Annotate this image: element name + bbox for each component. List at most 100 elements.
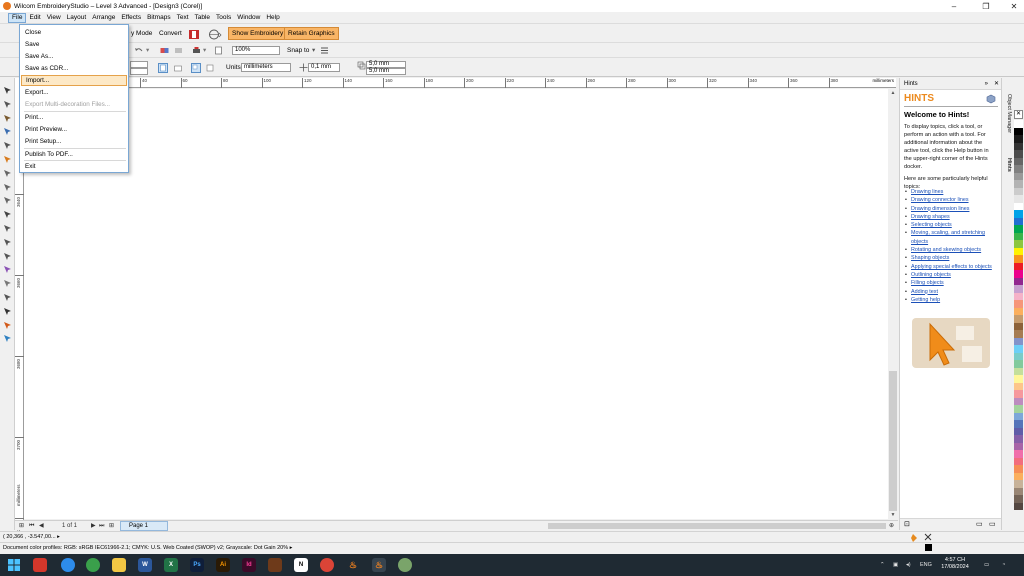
taskbar-word-icon[interactable]: W bbox=[138, 558, 152, 572]
color-swatch[interactable] bbox=[1014, 322, 1023, 330]
hint-link[interactable]: Drawing lines bbox=[904, 188, 998, 197]
color-swatch[interactable] bbox=[1014, 157, 1023, 165]
close-window-button[interactable]: ✕ bbox=[1004, 0, 1024, 12]
color-swatch[interactable] bbox=[1014, 367, 1023, 375]
blend-tool-icon[interactable] bbox=[3, 265, 12, 274]
file-menu-item[interactable]: Save bbox=[21, 39, 127, 50]
taskbar-notion-icon[interactable]: N bbox=[294, 558, 308, 572]
color-swatch[interactable] bbox=[1014, 382, 1023, 390]
color-swatch[interactable] bbox=[1014, 412, 1023, 420]
file-menu-item[interactable]: Publish To PDF... bbox=[21, 149, 127, 160]
hint-link[interactable]: Moving, scaling, and stretching objects bbox=[904, 229, 998, 246]
menu-window[interactable]: Window bbox=[234, 13, 263, 23]
file-menu-item[interactable]: Save As... bbox=[21, 51, 127, 62]
color-swatch[interactable] bbox=[1014, 307, 1023, 315]
menu-text[interactable]: Text bbox=[174, 13, 192, 23]
next-page-icon[interactable]: ▶ bbox=[91, 521, 96, 531]
color-swatch[interactable] bbox=[1014, 465, 1023, 473]
globe-icon[interactable] bbox=[208, 29, 222, 40]
hint-link[interactable]: Outlining objects bbox=[904, 271, 998, 280]
color-swatch[interactable] bbox=[1014, 187, 1023, 195]
first-page-icon[interactable]: ⏮ bbox=[29, 521, 34, 531]
color-swatch[interactable] bbox=[1014, 262, 1023, 270]
fill-outline-indicator-icon[interactable] bbox=[910, 532, 934, 552]
color-swatch[interactable] bbox=[1014, 360, 1023, 368]
menu-help[interactable]: Help bbox=[263, 13, 282, 23]
convert-button[interactable]: Convert bbox=[156, 27, 185, 40]
polygon-tool-icon[interactable] bbox=[3, 196, 12, 205]
color-swatch[interactable] bbox=[1014, 397, 1023, 405]
rectangle-tool-icon[interactable] bbox=[3, 169, 12, 178]
color-swatch[interactable] bbox=[1014, 300, 1023, 308]
color-swatch[interactable] bbox=[1014, 457, 1023, 465]
color-swatch[interactable] bbox=[1014, 127, 1023, 135]
color-swatch[interactable] bbox=[1014, 292, 1023, 300]
pick-tool-icon[interactable] bbox=[3, 86, 12, 95]
zoom-tool-icon[interactable] bbox=[3, 127, 12, 136]
hint-link[interactable]: Selecting objects bbox=[904, 221, 998, 230]
landscape-page-icon[interactable] bbox=[173, 63, 183, 73]
fill-tool-icon[interactable] bbox=[3, 321, 12, 330]
duplicate-x-field[interactable]: 5,0 mm bbox=[366, 61, 406, 68]
notifications-icon[interactable]: ▭ bbox=[984, 559, 989, 571]
taskbar-photoshop-icon[interactable]: Ps bbox=[190, 558, 204, 572]
show-embroidery-button[interactable]: Show Embroidery bbox=[228, 27, 288, 40]
hint-link[interactable]: Applying special effects to objects bbox=[904, 263, 998, 272]
color-swatch[interactable] bbox=[1014, 202, 1023, 210]
menu-arrange[interactable]: Arrange bbox=[89, 13, 118, 23]
tray-volume-icon[interactable]: ◂) bbox=[906, 559, 911, 571]
file-menu-item[interactable]: Print... bbox=[21, 112, 127, 123]
no-color-swatch-icon[interactable]: ✕ bbox=[1014, 110, 1023, 119]
menu-file[interactable]: File bbox=[8, 13, 27, 23]
hint-link[interactable]: Shaping objects bbox=[904, 254, 998, 263]
tab-object-manager[interactable]: Object Manager bbox=[1003, 94, 1012, 133]
color-swatch[interactable] bbox=[1014, 495, 1023, 503]
color-swatch[interactable] bbox=[1014, 172, 1023, 180]
page-setup-icon[interactable] bbox=[214, 46, 223, 55]
width-spinner[interactable] bbox=[130, 61, 148, 68]
file-menu-item[interactable]: Import... bbox=[21, 75, 127, 86]
docker-back-icon[interactable]: ▭ bbox=[976, 520, 983, 528]
undo-dropdown-icon[interactable]: ▾ bbox=[146, 46, 149, 55]
color-swatch[interactable] bbox=[1014, 390, 1023, 398]
taskbar-file-explorer-icon[interactable] bbox=[112, 558, 126, 572]
color-swatch[interactable] bbox=[1014, 487, 1023, 495]
dimension-tool-icon[interactable] bbox=[3, 238, 12, 247]
hint-link[interactable]: Drawing dimension lines bbox=[904, 205, 998, 214]
snap-to-dropdown-icon[interactable]: ▾ bbox=[312, 46, 315, 55]
language-indicator[interactable]: ENG bbox=[920, 559, 932, 571]
color-swatch[interactable] bbox=[1014, 442, 1023, 450]
color-swatch[interactable] bbox=[1014, 450, 1023, 458]
last-page-icon[interactable]: ⏭ bbox=[99, 521, 104, 531]
page-options-icon[interactable]: ⊞ bbox=[19, 521, 24, 531]
ellipse-tool-icon[interactable] bbox=[3, 183, 12, 192]
color-swatch[interactable] bbox=[1014, 247, 1023, 255]
text-tool-icon[interactable] bbox=[3, 210, 12, 219]
file-menu-item[interactable]: Close bbox=[21, 27, 127, 38]
taskbar-clock[interactable]: 4:57 CH 17/08/2024 bbox=[935, 557, 975, 571]
collapse-docker-icon[interactable]: » bbox=[985, 78, 988, 90]
color-swatch[interactable] bbox=[1014, 232, 1023, 240]
color-swatch[interactable] bbox=[1014, 352, 1023, 360]
crop-tool-icon[interactable] bbox=[3, 114, 12, 123]
color-profiles-text[interactable]: Document color profiles: RGB: sRGB IEC61… bbox=[3, 543, 292, 553]
taskbar-zoom-icon[interactable] bbox=[61, 558, 75, 572]
color-swatch[interactable] bbox=[1014, 180, 1023, 188]
color-swatch[interactable] bbox=[1014, 225, 1023, 233]
menu-tools[interactable]: Tools bbox=[213, 13, 234, 23]
link-icon[interactable] bbox=[174, 46, 183, 55]
mode-button[interactable]: y Mode bbox=[128, 27, 155, 40]
taskbar-embroiderystudio-icon[interactable]: ♨ bbox=[372, 558, 386, 572]
taskbar-app1-icon[interactable] bbox=[33, 558, 47, 572]
menu-effects[interactable]: Effects bbox=[118, 13, 144, 23]
menu-bitmaps[interactable]: Bitmaps bbox=[144, 13, 173, 23]
taskbar-app3-icon[interactable] bbox=[86, 558, 100, 572]
color-swatch[interactable] bbox=[1014, 270, 1023, 278]
hint-link[interactable]: Rotating and skewing objects bbox=[904, 246, 998, 255]
smart-fill-tool-icon[interactable] bbox=[3, 155, 12, 164]
taskbar-indesign-icon[interactable]: Id bbox=[242, 558, 256, 572]
taskbar-excel-icon[interactable]: X bbox=[164, 558, 178, 572]
drawing-canvas[interactable] bbox=[24, 89, 888, 519]
color-swatch[interactable] bbox=[1014, 210, 1023, 218]
color-swatch[interactable] bbox=[1014, 217, 1023, 225]
